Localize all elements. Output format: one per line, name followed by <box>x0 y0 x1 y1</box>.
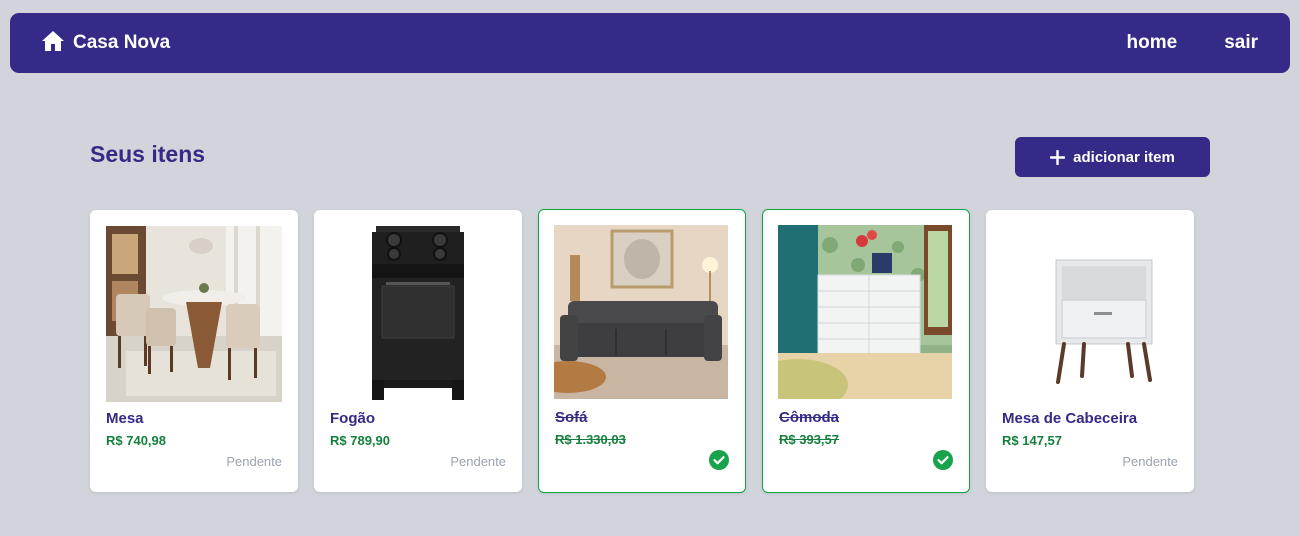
item-name: Mesa de Cabeceira <box>1002 410 1138 427</box>
item-price: R$ 740,98 <box>106 433 166 448</box>
item-price: R$ 393,57 <box>779 432 839 447</box>
item-status: Pendente <box>1122 454 1178 469</box>
item-card-comoda[interactable]: Cômoda R$ 393,57 <box>762 209 970 493</box>
check-circle-icon <box>933 450 953 470</box>
item-name: Mesa <box>106 410 144 427</box>
item-price: R$ 789,90 <box>330 433 390 448</box>
item-price: R$ 147,57 <box>1002 433 1062 448</box>
plus-icon <box>1050 149 1066 165</box>
item-name: Sofá <box>555 409 588 426</box>
add-item-label: adicionar item <box>1073 148 1175 166</box>
navbar: Casa Nova home sair <box>10 13 1290 73</box>
item-status: Pendente <box>450 454 506 469</box>
nav-link-sair[interactable]: sair <box>1224 32 1258 54</box>
dining-table-photo <box>106 226 282 402</box>
brand-name: Casa Nova <box>73 32 171 53</box>
check-circle-icon <box>709 450 729 470</box>
add-item-button[interactable]: adicionar item <box>1015 137 1210 177</box>
item-name: Cômoda <box>779 409 839 426</box>
home-icon <box>41 30 65 57</box>
item-card-fogao[interactable]: Fogão R$ 789,90 Pendente <box>314 210 522 492</box>
item-card-sofa[interactable]: Sofá R$ 1.330,03 <box>538 209 746 493</box>
item-price: R$ 1.330,03 <box>555 432 626 447</box>
dresser-photo <box>778 225 952 399</box>
page-title: Seus itens <box>90 141 206 167</box>
nav-links: home sair <box>1127 32 1259 54</box>
item-card-mesa[interactable]: Mesa R$ 740,98 Pendente <box>90 210 298 492</box>
item-card-mesa-de-cabeceira[interactable]: Mesa de Cabeceira R$ 147,57 Pendente <box>986 210 1194 492</box>
item-status: Pendente <box>226 454 282 469</box>
item-name: Fogão <box>330 410 375 427</box>
stove-photo <box>330 226 506 402</box>
nav-link-home[interactable]: home <box>1127 32 1178 54</box>
nightstand-photo <box>1002 226 1178 402</box>
brand-link[interactable]: Casa Nova <box>41 30 170 57</box>
sofa-photo <box>554 225 728 399</box>
